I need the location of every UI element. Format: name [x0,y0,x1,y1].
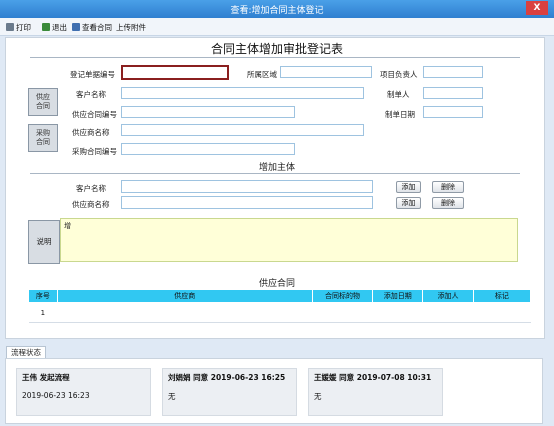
exit-icon [42,23,50,31]
divider [30,173,520,174]
cell-supplier [57,302,313,323]
add-subject-heading: 增加主体 [258,163,295,173]
make-date-label: 制单日期 [385,110,415,119]
flow-step-card: 王媛媛 同意 2019-07-08 10:31 无 [308,368,443,416]
print-label: 打印 [16,23,31,32]
description-text: 增 [64,222,71,230]
add-customer-button[interactable]: 添加 [396,181,421,193]
customer-label: 客户名称 [76,90,106,99]
supply-contract-heading: 供应合同 [258,279,295,289]
view-contract-button[interactable]: 查看合同 [72,22,112,33]
purchase-contract-button[interactable]: 采购 合同 [28,124,58,152]
table-header-row: 序号 供应商 合同标的物 添加日期 添加人 标记 [28,289,532,303]
col-header-mark[interactable]: 标记 [472,289,532,303]
flow-step-card: 刘娟娟 同意 2019-06-23 16:25 无 [162,368,297,416]
cell-date [372,302,423,323]
project-lead-label: 项目负责人 [380,70,418,79]
cell-no: 1 [28,302,58,323]
col-header-subject[interactable]: 合同标的物 [311,289,374,303]
flow-step-header: 王媛媛 同意 2019-07-08 10:31 [314,373,432,382]
region-label: 所属区域 [247,70,277,79]
supply-contract-button[interactable]: 供应 合同 [28,88,58,116]
flow-step-header: 刘娟娟 同意 2019-06-23 16:25 [168,373,286,382]
toolbar: 打印 退出 查看合同 上传附件 [0,18,554,36]
flow-step-card: 王伟 发起流程 2019-06-23 16:23 [16,368,151,416]
cell-subject [312,302,373,323]
purchase-contract-no-label: 采购合同编号 [72,147,117,156]
add-customer-field[interactable] [121,180,373,193]
description-label: 说明 [28,220,60,264]
flow-step-text: 无 [168,392,176,401]
flow-step-text: 无 [314,392,322,401]
reg-no-label: 登记单据编号 [70,70,115,79]
form-heading: 合同主体增加审批登记表 [210,42,343,56]
supplier-field[interactable] [121,124,364,136]
customer-field[interactable] [121,87,364,99]
title-bar: 查看:增加合同主体登记 X [0,0,554,18]
add-customer-label: 客户名称 [76,184,106,193]
col-header-date[interactable]: 添加日期 [372,289,424,303]
supply-contract-button-label: 供应 合同 [36,93,50,110]
col-header-no[interactable]: 序号 [28,289,58,303]
flow-step-header: 王伟 发起流程 [22,373,70,382]
col-header-supplier[interactable]: 供应商 [56,289,313,303]
table-row[interactable]: 1 [28,302,531,323]
view-contract-label: 查看合同 [82,23,112,32]
exit-button[interactable]: 退出 [42,22,67,33]
region-field[interactable] [280,66,372,78]
make-date-field[interactable] [423,106,483,118]
reg-no-field[interactable] [121,65,229,80]
close-button[interactable]: X [526,1,548,15]
delete-customer-button[interactable]: 删除 [432,181,464,193]
maker-label: 制单人 [387,90,410,99]
exit-label: 退出 [52,23,67,32]
supply-contract-table: 序号 供应商 合同标的物 添加日期 添加人 标记 1 [28,289,532,323]
document-icon [72,23,80,31]
divider [30,57,520,58]
cell-adder [422,302,474,323]
upload-label: 上传附件 [116,23,146,32]
col-header-adder[interactable]: 添加人 [422,289,474,303]
supply-contract-no-label: 供应合同编号 [72,110,117,119]
maker-field[interactable] [423,87,483,99]
print-button[interactable]: 打印 [6,22,31,33]
purchase-contract-button-label: 采购 合同 [36,129,50,146]
purchase-contract-no-field[interactable] [121,143,295,155]
supplier-label: 供应商名称 [72,128,110,137]
supply-contract-no-field[interactable] [121,106,295,118]
description-field[interactable]: 增 [60,218,518,262]
add-supplier-button[interactable]: 添加 [396,197,421,209]
printer-icon [6,23,14,31]
flow-step-text: 2019-06-23 16:23 [22,391,90,400]
project-lead-field[interactable] [423,66,483,78]
window-title: 查看:增加合同主体登记 [230,6,324,16]
upload-attachment-button[interactable]: 上传附件 [116,22,146,33]
add-supplier-field[interactable] [121,196,373,209]
cell-mark [473,302,531,323]
delete-supplier-button[interactable]: 删除 [432,197,464,209]
add-supplier-label: 供应商名称 [72,200,110,209]
